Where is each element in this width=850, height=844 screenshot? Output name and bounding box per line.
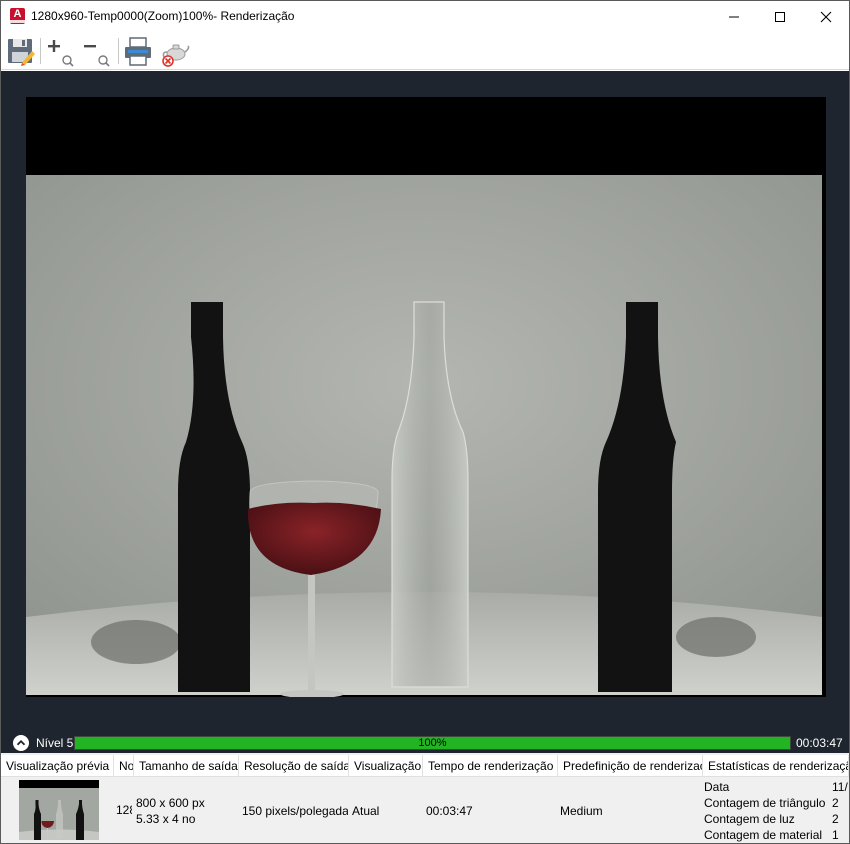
thumbnail-scene <box>19 780 99 840</box>
stat-label: Contagem de triângulo <box>704 796 826 810</box>
table-header: Visualização prévia Nome Tamanho de saíd… <box>1 755 849 777</box>
zoom-out-button[interactable] <box>81 35 113 67</box>
render-history-table: Visualização prévia Nome Tamanho de saíd… <box>1 753 849 843</box>
row-output-size-pixels: 800 x 600 px <box>136 796 205 810</box>
save-icon <box>8 39 35 66</box>
column-header-output-resolution[interactable]: Resolução de saída <box>239 755 349 777</box>
close-button[interactable] <box>803 1 849 32</box>
minimize-icon <box>729 16 739 17</box>
elapsed-time: 00:03:47 <box>796 736 843 750</box>
render-progress-bar: 100% <box>74 736 791 750</box>
minimize-button[interactable] <box>711 1 757 32</box>
toolbar <box>1 32 849 70</box>
toolbar-separator <box>40 38 41 64</box>
column-header-view[interactable]: Visualização <box>349 755 423 777</box>
column-header-render-time[interactable]: Tempo de renderização <box>423 755 558 777</box>
title-bar[interactable]: A 1280x960-Temp0000(Zoom)100%- Renderiza… <box>1 1 849 32</box>
column-header-preview[interactable]: Visualização prévia <box>1 755 114 777</box>
row-render-preset: Medium <box>560 804 603 818</box>
toolbar-separator <box>118 38 119 64</box>
row-output-size-inches: 5.33 x 4 no <box>136 812 196 826</box>
cancel-render-button[interactable] <box>159 35 191 67</box>
row-render-time: 00:03:47 <box>426 804 473 818</box>
render-status-bar: Nível 5 100% 00:03:47 <box>1 731 849 753</box>
stat-value: 11/ <box>832 780 848 794</box>
preview-thumbnail <box>19 780 99 840</box>
teapot-cancel-icon <box>162 44 190 67</box>
chevron-up-icon <box>16 740 26 746</box>
rendered-image <box>26 97 826 697</box>
column-header-render-statistics[interactable]: Estatísticas de renderização <box>703 755 849 777</box>
stat-label: Data <box>704 780 730 794</box>
table-row[interactable]: 1280 800 x 600 px 5.33 x 4 no 150 pixels… <box>1 777 849 843</box>
autocad-app-icon: A <box>10 8 25 24</box>
maximize-icon <box>775 11 785 22</box>
progress-text: 100% <box>418 737 447 749</box>
stat-value: 2 <box>832 812 839 826</box>
zoom-out-icon <box>84 45 110 67</box>
stat-value: 2 <box>832 796 839 810</box>
stat-label: Contagem de luz <box>704 812 795 826</box>
maximize-button[interactable] <box>757 1 803 32</box>
close-icon <box>820 11 832 22</box>
row-name: 1280 <box>116 803 132 817</box>
rendered-scene <box>26 97 826 697</box>
window-title: 1280x960-Temp0000(Zoom)100%- Renderizaçã… <box>31 9 295 23</box>
row-view: Atual <box>352 804 380 818</box>
print-button[interactable] <box>122 35 154 67</box>
zoom-in-button[interactable] <box>45 35 77 67</box>
collapse-history-button[interactable] <box>13 735 29 751</box>
column-header-render-preset[interactable]: Predefinição de renderização <box>558 755 703 777</box>
save-button[interactable] <box>5 35 37 67</box>
column-header-name[interactable]: Nome <box>114 755 134 777</box>
column-header-output-size[interactable]: Tamanho de saída <box>134 755 239 777</box>
render-level-label: Nível 5 <box>36 736 74 750</box>
render-window: A 1280x960-Temp0000(Zoom)100%- Renderiza… <box>0 0 850 844</box>
stat-value: 1 <box>832 828 839 842</box>
render-viewport[interactable] <box>1 71 849 731</box>
zoom-in-icon <box>48 40 74 67</box>
stat-label: Contagem de material <box>704 828 823 842</box>
row-output-resolution: 150 pixels/polegada <box>242 804 348 818</box>
print-icon <box>125 37 151 66</box>
